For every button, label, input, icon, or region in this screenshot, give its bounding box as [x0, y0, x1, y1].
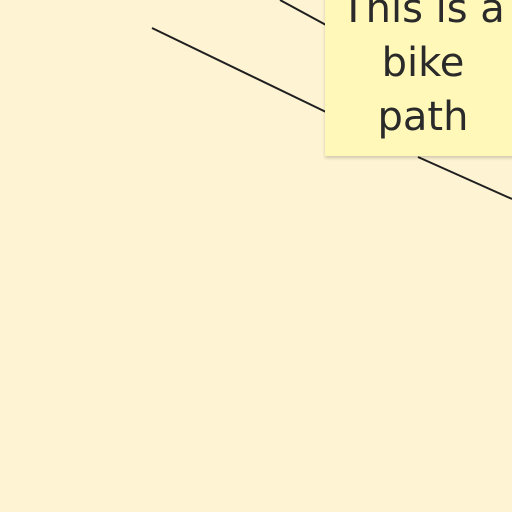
connector-line-lower-right[interactable] — [417, 156, 512, 200]
sticky-note-text: This is a bike path — [341, 0, 505, 140]
connector-line-upper[interactable] — [279, 0, 327, 26]
sticky-note[interactable]: This is a bike path — [325, 0, 512, 156]
whiteboard-canvas[interactable]: This is a bike path — [0, 0, 512, 512]
connector-line-lower-left[interactable] — [151, 27, 327, 113]
